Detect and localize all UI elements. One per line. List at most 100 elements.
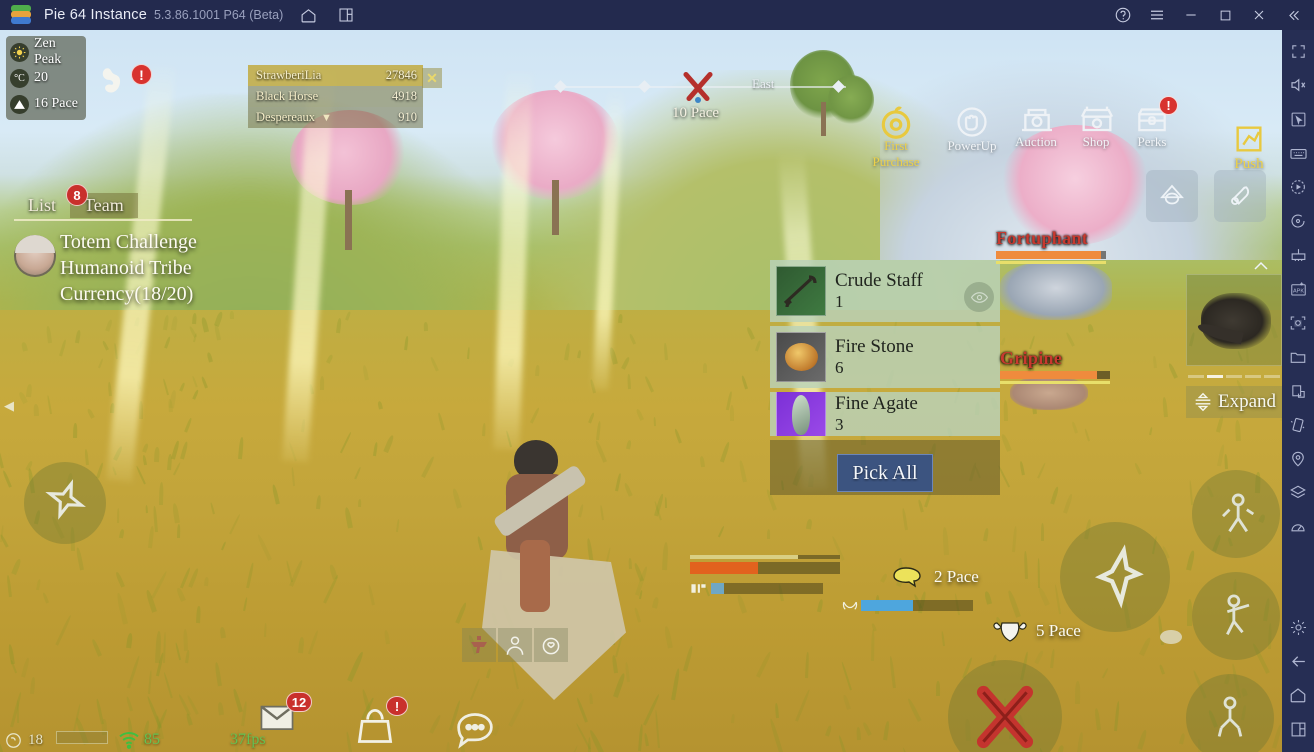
player-character: [470, 430, 626, 720]
skill-jump-button[interactable]: [1192, 470, 1280, 558]
pick-all-button[interactable]: Pick All: [837, 454, 933, 492]
grass-tuft: [35, 579, 41, 591]
quest-body[interactable]: Totem Challenge Humanoid Tribe Currency(…: [14, 229, 229, 307]
pet-heart-button[interactable]: [534, 628, 568, 662]
first-purchase-button[interactable]: First Purchase: [868, 104, 924, 170]
tab-list[interactable]: List: [14, 193, 70, 218]
screenshot-icon[interactable]: [1283, 308, 1313, 338]
perks-button[interactable]: ! Perks: [1124, 96, 1180, 150]
skill-dash-left-button[interactable]: [24, 462, 106, 544]
performance-icon[interactable]: [1283, 512, 1313, 542]
macro-play-icon[interactable]: [1283, 172, 1313, 202]
page-dot[interactable]: [1207, 374, 1223, 378]
avatar[interactable]: [14, 235, 56, 277]
grass-tuft: [655, 709, 661, 749]
grass-tuft: [1161, 397, 1169, 418]
rotate-icon[interactable]: [1283, 206, 1313, 236]
multi-instance-icon[interactable]: [333, 2, 359, 28]
leaderboard-panel[interactable]: StrawberiLia 27846 Black Horse 4918 Desp…: [248, 65, 423, 128]
mount-preview-panel[interactable]: [1186, 274, 1282, 366]
auction-button[interactable]: Auction: [1008, 100, 1064, 150]
keyboard-controls-icon[interactable]: [1283, 138, 1313, 168]
leaderboard-score: 4918: [392, 89, 417, 103]
grass-tuft: [33, 403, 39, 416]
page-dot[interactable]: [1226, 374, 1242, 378]
maximize-icon[interactable]: [1208, 2, 1242, 28]
env-temperature-row: °C 20: [10, 65, 82, 91]
character-sheet-button[interactable]: [498, 628, 532, 662]
close-icon[interactable]: [1242, 2, 1276, 28]
grass-tuft: [373, 441, 379, 456]
page-dot[interactable]: [1264, 374, 1280, 378]
grass-tuft: [172, 462, 181, 476]
environment-hud: Zen Peak °C 20 16 Pace: [6, 36, 86, 120]
grass-tuft: [880, 572, 889, 583]
shop-button[interactable]: Shop: [1068, 100, 1124, 150]
back-arrow-icon[interactable]: [1283, 646, 1313, 676]
warning-icon[interactable]: !: [131, 64, 152, 85]
cursor-icon[interactable]: [1283, 104, 1313, 134]
quest-tabs: List Team 8: [14, 184, 229, 218]
fullscreen-icon[interactable]: [1283, 36, 1313, 66]
settings-gear-icon[interactable]: [1283, 612, 1313, 642]
loot-item-row[interactable]: Fine Agate 3: [770, 392, 1000, 436]
page-dot[interactable]: [1245, 374, 1261, 378]
leaderboard-row[interactable]: Despereaux ▼ 910: [248, 107, 423, 128]
home-icon[interactable]: [295, 2, 321, 28]
loot-item-text: Crude Staff 1: [835, 270, 923, 312]
mount-page-dots[interactable]: [1188, 374, 1280, 378]
grass-tuft: [1179, 733, 1186, 745]
powerup-button[interactable]: PowerUp: [944, 104, 1000, 154]
skill-strike-button[interactable]: [1192, 572, 1280, 660]
install-apk-icon[interactable]: APK: [1283, 274, 1313, 304]
stomach-icon[interactable]: [98, 66, 126, 101]
hamburger-menu-icon[interactable]: [1140, 2, 1174, 28]
page-dot[interactable]: [1188, 374, 1204, 378]
minimize-icon[interactable]: [1174, 2, 1208, 28]
horn-button[interactable]: [1214, 170, 1266, 222]
leaderboard-row[interactable]: StrawberiLia 27846: [248, 65, 423, 86]
grass-tuft: [804, 651, 809, 679]
skill-dash-button[interactable]: [1060, 522, 1170, 632]
loot-item-row[interactable]: Crude Staff 1: [770, 260, 1000, 322]
grass-tuft: [841, 694, 851, 711]
multi-instance-manager-icon[interactable]: [1283, 240, 1313, 270]
grass-tuft: [163, 314, 170, 330]
shake-icon[interactable]: [1283, 410, 1313, 440]
loot-item-qty: 1: [835, 292, 844, 311]
recents-icon[interactable]: [1283, 714, 1313, 744]
location-icon[interactable]: [1283, 444, 1313, 474]
game-viewport[interactable]: Zen Peak °C 20 16 Pace ! StrawberiLia 27…: [0, 30, 1282, 752]
loot-item-row[interactable]: Fire Stone 6: [770, 326, 1000, 388]
grass-tuft: [183, 417, 192, 434]
media-folder-icon[interactable]: [1283, 342, 1313, 372]
android-home-icon[interactable]: [1283, 680, 1313, 710]
skill-crouch-button[interactable]: [1186, 674, 1274, 752]
expand-arrows-icon: [1195, 392, 1211, 412]
grass-tuft: [315, 494, 321, 509]
grass-tuft: [861, 721, 872, 736]
grass-tuft: [1139, 636, 1152, 656]
grass-tuft: [74, 329, 81, 344]
grass-tuft: [213, 323, 221, 340]
eye-toggle-icon[interactable]: [964, 282, 994, 312]
help-icon[interactable]: [1106, 2, 1140, 28]
chevron-down-icon[interactable]: ▼: [321, 112, 332, 124]
tent-button[interactable]: [1146, 170, 1198, 222]
expand-button[interactable]: Expand: [1186, 386, 1282, 418]
copy-paste-icon[interactable]: [1283, 376, 1313, 406]
player-status-bars: [690, 555, 973, 611]
collapse-icon[interactable]: [1276, 2, 1310, 28]
grass-tuft: [429, 357, 439, 373]
close-x-icon[interactable]: ✕: [422, 68, 442, 88]
chat-button[interactable]: [452, 706, 498, 752]
layers-icon[interactable]: [1283, 478, 1313, 508]
leaderboard-row[interactable]: Black Horse 4918: [248, 86, 423, 107]
grass-tuft: [367, 583, 375, 606]
mute-icon[interactable]: [1283, 70, 1313, 100]
chevron-left-icon[interactable]: ◀: [4, 398, 14, 414]
grass-tuft: [217, 701, 225, 716]
loot-panel[interactable]: Crude Staff 1 Fire Stone 6 Fine Agate 3: [770, 260, 1000, 440]
anvil-button[interactable]: [462, 628, 496, 662]
push-button[interactable]: Push: [1222, 122, 1276, 173]
